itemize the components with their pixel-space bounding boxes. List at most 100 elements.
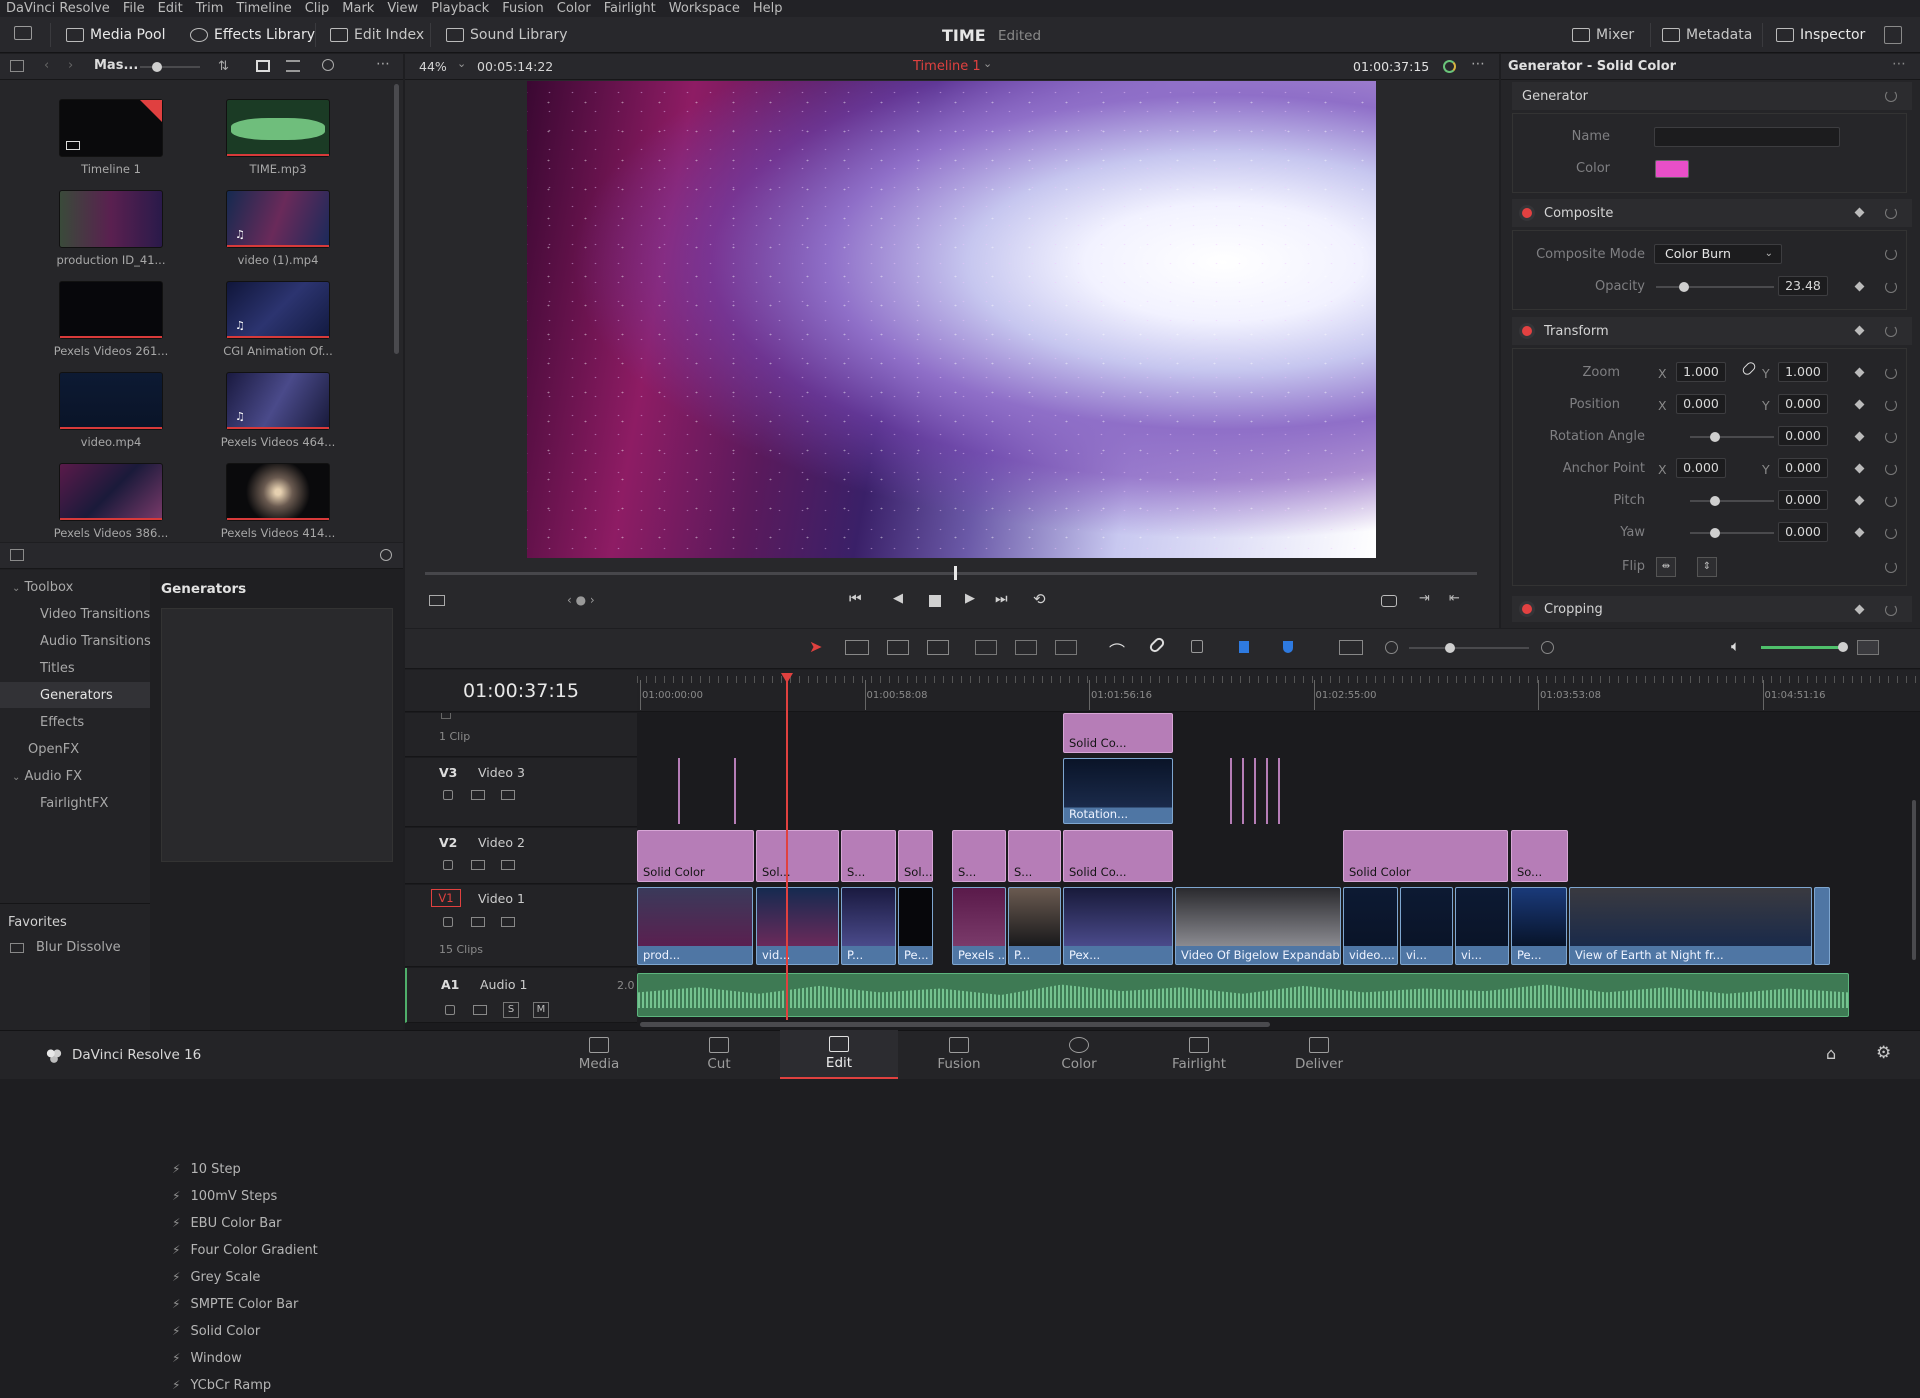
view-mode-icon[interactable]: [429, 595, 445, 606]
ruler[interactable]: [637, 670, 1920, 712]
jog-control[interactable]: ‹ ● ›: [567, 593, 595, 607]
zoom-y-input[interactable]: 1.000: [1778, 362, 1828, 382]
page-fusion[interactable]: Fusion: [900, 1030, 1018, 1079]
section-generator[interactable]: Generator: [1512, 82, 1912, 110]
go-to-start-icon[interactable]: ⏮: [849, 591, 862, 607]
pitch-slider[interactable]: [1690, 500, 1774, 502]
zoom-level[interactable]: 44%: [419, 59, 447, 74]
media-thumb-video[interactable]: [59, 372, 163, 430]
zoom-in-icon[interactable]: [1541, 641, 1554, 654]
favorite-item[interactable]: Blur Dissolve: [10, 940, 121, 955]
gear-icon[interactable]: ⚙: [1876, 1043, 1891, 1063]
media-thumb-audio[interactable]: [226, 99, 330, 157]
clip-v2[interactable]: Sol...: [898, 830, 933, 882]
reset-icon[interactable]: [1885, 399, 1897, 411]
stop-icon[interactable]: [929, 595, 941, 607]
position-y-input[interactable]: 0.000: [1778, 394, 1828, 414]
clip-v1[interactable]: vi...: [1455, 887, 1509, 965]
position-lock-icon[interactable]: [1191, 640, 1203, 653]
menu-item-trim[interactable]: Trim: [196, 0, 224, 17]
menu-item-timeline[interactable]: Timeline: [236, 0, 291, 17]
clip-v3[interactable]: Rotation...: [1063, 758, 1173, 824]
yaw-slider[interactable]: [1690, 532, 1774, 534]
composite-mode-select[interactable]: Color Burn ⌄: [1654, 244, 1782, 264]
volume-knob[interactable]: [1838, 642, 1848, 652]
zoom-x-input[interactable]: 1.000: [1676, 362, 1726, 382]
generator-item[interactable]: ⚡ SMPTE Color Bar: [172, 1291, 382, 1317]
page-cut[interactable]: Cut: [660, 1030, 778, 1079]
blade-tool-icon[interactable]: [927, 640, 949, 655]
next-clip-icon[interactable]: ⇥: [1419, 591, 1430, 606]
lock-icon[interactable]: [443, 790, 453, 800]
list-view-icon[interactable]: [286, 60, 300, 72]
media-thumb-pexels386[interactable]: [59, 463, 163, 521]
media-thumb-cgi[interactable]: ♫: [226, 281, 330, 339]
menu-item-edit[interactable]: Edit: [158, 0, 183, 17]
section-cropping[interactable]: Cropping: [1512, 596, 1912, 622]
reset-icon[interactable]: [1885, 90, 1897, 102]
mixer-button[interactable]: Mixer: [1572, 23, 1634, 47]
clip-v2[interactable]: Solid Co...: [1063, 830, 1173, 882]
clip-a1[interactable]: [637, 973, 1849, 1017]
generator-item[interactable]: ⚡ Window: [172, 1345, 382, 1371]
lock-icon[interactable]: [443, 860, 453, 870]
timeline-name[interactable]: Timeline 1: [913, 59, 981, 74]
track-visibility-icon[interactable]: [501, 790, 515, 800]
scrubber-track[interactable]: [425, 572, 1477, 575]
menu-item-view[interactable]: View: [387, 0, 418, 17]
match-frame-icon[interactable]: [1381, 595, 1397, 607]
more-options-icon[interactable]: ⋯: [1471, 56, 1485, 72]
clip-v1[interactable]: P...: [841, 887, 896, 965]
menu-item-color[interactable]: Color: [557, 0, 591, 17]
play-reverse-icon[interactable]: ◀: [893, 591, 903, 606]
menu-item-davinci-resolve[interactable]: DaVinci Resolve: [6, 0, 110, 17]
solo-button[interactable]: S: [503, 1002, 519, 1018]
clip-v2[interactable]: Solid Color: [1343, 830, 1508, 882]
media-pool-scrollbar[interactable]: [394, 84, 399, 354]
enable-dot[interactable]: [1522, 326, 1532, 336]
rotation-knob[interactable]: [1710, 432, 1720, 442]
select-tool-icon[interactable]: ➤: [809, 637, 822, 656]
media-thumb-pexels261[interactable]: [59, 281, 163, 339]
yaw-input[interactable]: 0.000: [1778, 522, 1828, 542]
media-thumb-pexels464[interactable]: ♫: [226, 372, 330, 430]
page-color[interactable]: Color: [1020, 1030, 1138, 1079]
page-fairlight[interactable]: Fairlight: [1140, 1030, 1258, 1079]
timeline-view-icon[interactable]: [1339, 640, 1363, 655]
reset-icon[interactable]: [1885, 561, 1897, 573]
forward-icon[interactable]: ›: [68, 58, 73, 73]
clip-v1[interactable]: Video Of Bigelow Expandabl...: [1175, 887, 1341, 965]
position-x-input[interactable]: 0.000: [1676, 394, 1726, 414]
link-clips-icon[interactable]: [1147, 635, 1167, 655]
section-composite[interactable]: Composite: [1512, 199, 1912, 227]
clip-v2[interactable]: S...: [1008, 830, 1061, 882]
reset-icon[interactable]: [1885, 281, 1897, 293]
lock-icon[interactable]: [443, 917, 453, 927]
auto-select-icon[interactable]: [471, 860, 485, 870]
tree-openfx[interactable]: OpenFX: [28, 742, 79, 757]
generator-item[interactable]: ⚡ Solid Color: [172, 1318, 382, 1344]
more-options-icon[interactable]: ⋯: [1892, 56, 1906, 72]
page-media[interactable]: Media: [540, 1030, 658, 1079]
clip-v2[interactable]: Solid Color: [637, 830, 754, 882]
mute-button[interactable]: M: [533, 1002, 549, 1018]
clip-v1[interactable]: View of Earth at Night fr...: [1569, 887, 1812, 965]
zoom-out-icon[interactable]: [1385, 641, 1398, 654]
timeline-zoom-slider[interactable]: [1409, 647, 1529, 649]
clip-v4[interactable]: Solid Co...: [1063, 713, 1173, 753]
clip-v2[interactable]: So...: [1511, 830, 1568, 882]
clip-v1[interactable]: video....: [1343, 887, 1398, 965]
reset-icon[interactable]: [1885, 367, 1897, 379]
tree-fairlightfx[interactable]: FairlightFX: [40, 796, 108, 811]
lock-icon[interactable]: [441, 713, 451, 719]
loop-icon[interactable]: ⟲: [1033, 590, 1046, 608]
back-icon[interactable]: ‹: [44, 58, 49, 73]
sort-icon[interactable]: ⇅: [218, 59, 229, 74]
menu-item-fusion[interactable]: Fusion: [502, 0, 544, 17]
thumbnail-size-knob[interactable]: [152, 62, 162, 72]
enable-dot[interactable]: [1522, 604, 1532, 614]
home-icon[interactable]: ⌂: [1826, 1044, 1836, 1063]
media-thumb-pexels414[interactable]: [226, 463, 330, 521]
thumbnail-size-slider[interactable]: [140, 66, 200, 68]
generator-item[interactable]: ⚡ EBU Color Bar: [172, 1210, 382, 1236]
